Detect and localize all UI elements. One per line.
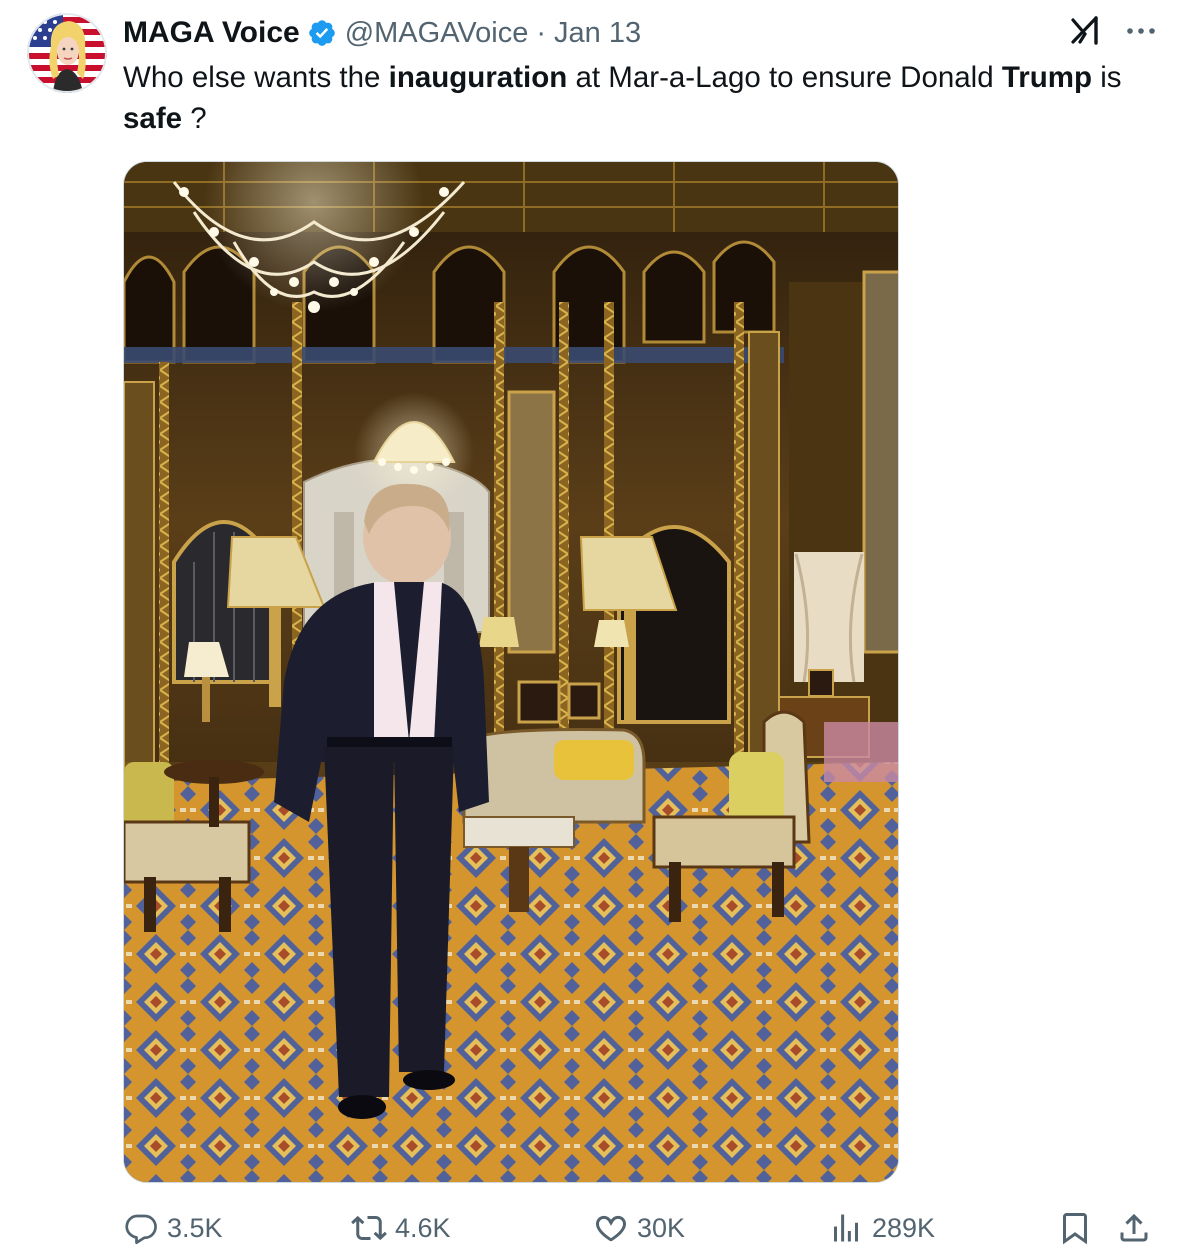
tweet-text-bold: inauguration <box>388 61 568 94</box>
tweet-text-bold: safe <box>123 102 183 135</box>
grok-icon[interactable] <box>1070 14 1104 48</box>
bookmark-icon <box>1063 1213 1087 1245</box>
tweet-text-bold: Trump <box>1001 61 1092 94</box>
separator-dot: · <box>536 16 547 49</box>
author-handle[interactable]: @MAGAVoice <box>345 17 529 50</box>
reply-count: 3.5K <box>167 1212 223 1243</box>
verified-badge-icon <box>307 18 337 48</box>
share-icon <box>1120 1213 1148 1242</box>
bookmark-button[interactable] <box>1057 1206 1093 1250</box>
retweet-button[interactable]: 4.6K <box>351 1206 451 1250</box>
photo-ornate-room <box>124 162 898 1182</box>
share-button[interactable] <box>1116 1206 1152 1250</box>
tweet-text: Who else wants the inauguration at Mar-a… <box>123 57 1163 139</box>
views-icon <box>834 1214 858 1242</box>
like-count: 30K <box>637 1212 686 1243</box>
views-button[interactable]: 289K <box>828 1206 935 1250</box>
tweet[interactable]: MAGA Voice @MAGAVoice · Jan 13 Who else … <box>0 0 1202 1260</box>
author-display-name[interactable]: MAGA Voice <box>123 16 300 50</box>
more-icon[interactable] <box>1124 20 1158 42</box>
tweet-photo[interactable] <box>123 161 899 1183</box>
like-button[interactable]: 30K <box>593 1206 685 1250</box>
heart-icon <box>595 1215 627 1242</box>
action-bar: 3.5K 4.6K 30K 289K <box>123 1206 1163 1250</box>
tweet-text-part: at Mar-a-Lago to ensure Donald <box>567 61 1002 94</box>
tweet-text-part: is <box>1092 61 1122 94</box>
tweet-text-part: Who else wants the <box>123 61 389 94</box>
retweet-icon <box>351 1215 387 1241</box>
author-avatar[interactable] <box>27 13 107 93</box>
avatar-image <box>27 13 107 93</box>
retweet-count: 4.6K <box>395 1212 451 1243</box>
tweet-header: MAGA Voice @MAGAVoice · Jan 13 <box>123 14 641 52</box>
tweet-date[interactable]: Jan 13 <box>554 17 641 50</box>
views-count: 289K <box>872 1212 936 1243</box>
tweet-text-part: ? <box>182 102 207 135</box>
reply-button[interactable]: 3.5K <box>123 1206 223 1250</box>
reply-icon <box>125 1214 157 1245</box>
